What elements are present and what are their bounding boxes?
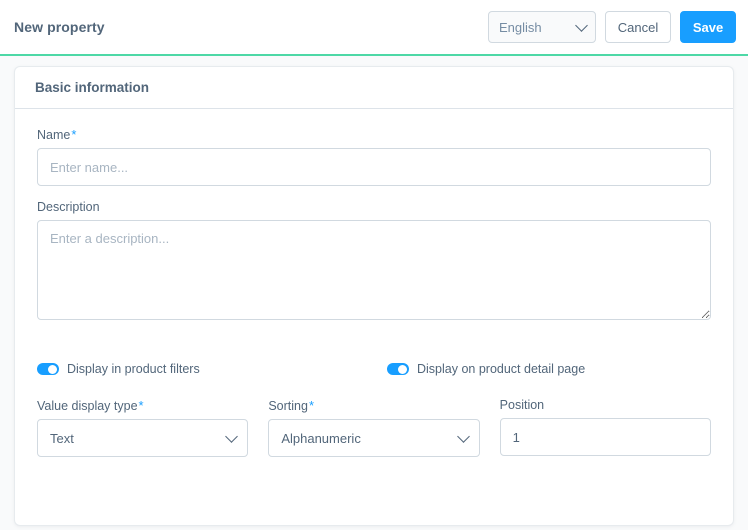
- name-label-text: Name: [37, 128, 71, 142]
- card-body: Name* Description Display in product fil…: [15, 109, 733, 477]
- description-textarea[interactable]: [37, 220, 711, 320]
- card-header: Basic information: [15, 67, 733, 109]
- name-field: Name*: [37, 127, 711, 186]
- language-select[interactable]: English: [488, 11, 596, 43]
- required-marker: *: [308, 398, 314, 413]
- position-field: Position: [499, 398, 711, 457]
- bottom-field-row: Value display type* Text Sorting* Alphan…: [37, 398, 711, 457]
- sorting-value: Alphanumeric: [281, 430, 361, 446]
- basic-information-card: Basic information Name* Description Disp…: [14, 66, 734, 526]
- sorting-label-text: Sorting: [268, 399, 308, 413]
- smart-bar-actions: English Cancel Save: [488, 11, 736, 43]
- language-select-value: English: [499, 19, 542, 35]
- sorting-select-wrap: Alphanumeric: [268, 419, 480, 457]
- value-display-type-field: Value display type* Text: [37, 398, 249, 457]
- display-in-product-filters-label: Display in product filters: [67, 362, 200, 376]
- chevron-down-icon: [575, 19, 588, 32]
- name-input[interactable]: [37, 148, 711, 186]
- page-title: New property: [14, 19, 105, 35]
- smart-bar: New property English Cancel Save: [0, 0, 748, 56]
- card-title: Basic information: [35, 80, 150, 95]
- display-on-product-detail-page-toggle[interactable]: Display on product detail page: [387, 362, 585, 376]
- sorting-field: Sorting* Alphanumeric: [268, 398, 480, 457]
- description-label: Description: [37, 200, 100, 214]
- name-label: Name*: [37, 127, 711, 142]
- value-display-type-value: Text: [50, 430, 74, 446]
- required-marker: *: [138, 398, 144, 413]
- position-input[interactable]: [499, 418, 711, 456]
- required-marker: *: [71, 127, 77, 142]
- switch-row: Display in product filters Display on pr…: [37, 362, 711, 376]
- page-content: Basic information Name* Description Disp…: [0, 56, 748, 526]
- value-display-type-select[interactable]: Text: [37, 419, 249, 457]
- display-in-product-filters-toggle[interactable]: Display in product filters: [37, 362, 387, 376]
- position-label: Position: [499, 398, 545, 412]
- value-display-type-select-wrap: Text: [37, 419, 249, 457]
- sorting-label: Sorting*: [268, 398, 479, 413]
- sorting-select[interactable]: Alphanumeric: [268, 419, 480, 457]
- toggle-switch-on-icon: [387, 363, 409, 375]
- save-button[interactable]: Save: [680, 11, 736, 43]
- toggle-switch-on-icon: [37, 363, 59, 375]
- description-field: Description: [37, 200, 711, 320]
- value-display-type-label-text: Value display type: [37, 399, 138, 413]
- value-display-type-label: Value display type*: [37, 398, 248, 413]
- display-on-product-detail-page-label: Display on product detail page: [417, 362, 586, 376]
- cancel-button[interactable]: Cancel: [605, 11, 671, 43]
